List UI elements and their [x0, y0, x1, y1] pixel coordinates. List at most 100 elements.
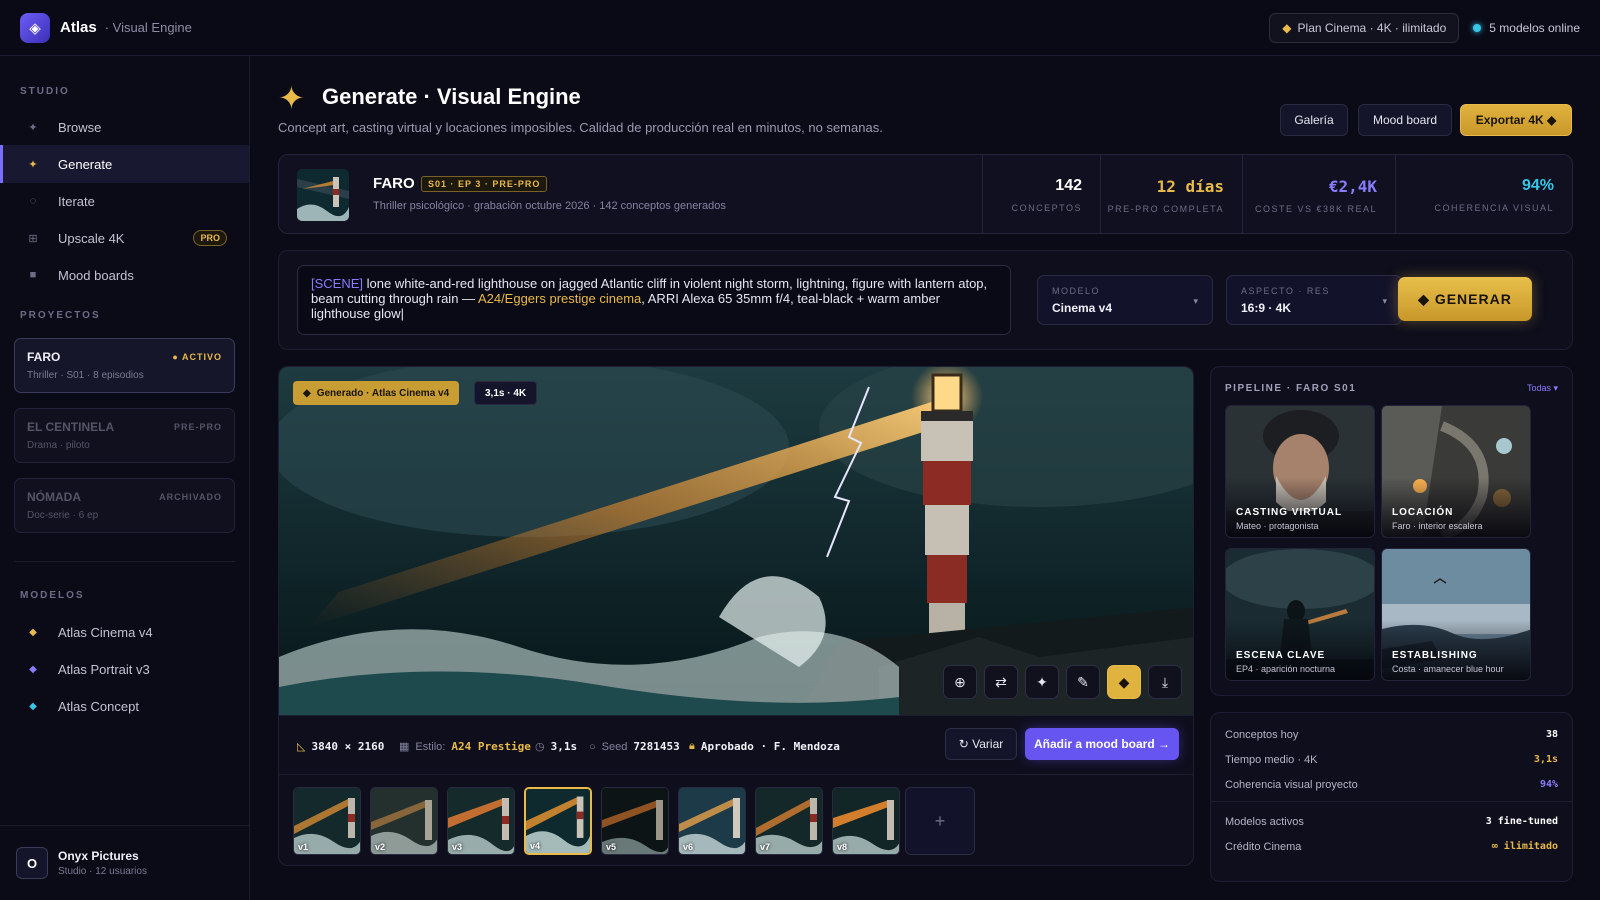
pro-badge: PRO [193, 230, 227, 246]
model-item-concept[interactable]: ◆ Atlas Concept [26, 699, 139, 714]
resolution-value: 3840 × 2160 [311, 740, 385, 753]
atlas-logo-icon[interactable]: ◈ [20, 12, 50, 43]
top-bar: ◈ Atlas · Visual Engine ◆ Plan Cinema · … [0, 0, 1600, 56]
project-card-el-centinela[interactable]: EL CENTINELA PRE-PRO Drama · piloto [14, 408, 235, 463]
model-select[interactable]: MODELO Cinema v4 ▾ [1037, 275, 1213, 325]
model-label: Atlas Cinema v4 [58, 625, 153, 640]
sidebar: STUDIO ✦ Browse ✦ Generate ◌ Iterate ⊞ U… [0, 56, 250, 900]
aspect-select[interactable]: ASPECTO · RES 16:9 · 4K ▾ [1226, 275, 1402, 325]
diamond-icon[interactable]: ◆ [1107, 665, 1141, 699]
metric-value: 3,1s [1533, 754, 1558, 765]
export-4k-button[interactable]: Exportar 4K ◆ [1460, 104, 1572, 136]
pipeline-card-casting[interactable]: CASTING VIRTUAL Mateo · protagonista [1225, 405, 1375, 538]
model-select-value: Cinema v4 [1052, 301, 1113, 315]
sidebar-item-mood-boards[interactable]: ■ Mood boards [0, 256, 249, 294]
prompt-textarea[interactable]: [SCENE] lone white-and-red lighthouse on… [297, 265, 1011, 335]
card-title: LOCACIÓN [1392, 507, 1454, 518]
generated-image[interactable] [279, 367, 1193, 715]
diamond-icon: ◆ [29, 627, 37, 638]
variant-thumbnail[interactable]: v5 [601, 787, 669, 855]
stat-value: €2,4K [1328, 177, 1377, 196]
model-label: Atlas Portrait v3 [58, 662, 150, 677]
variant-label: v1 [298, 842, 309, 852]
model-select-label: MODELO [1052, 286, 1101, 296]
board-icon: ■ [29, 269, 37, 281]
variant-thumbnail[interactable]: v2 [370, 787, 438, 855]
metric-row: Coherencia visual proyecto 94% [1225, 779, 1558, 791]
image-viewer: ◆ Generado · Atlas Cinema v4 3,1s · 4K ⊕… [278, 366, 1194, 866]
plan-badge[interactable]: ◆ Plan Cinema · 4K · ilimitado [1269, 12, 1460, 43]
generate-button[interactable]: ◆ GENERAR [1398, 277, 1532, 321]
variant-label: v5 [606, 842, 617, 852]
add-variant-button[interactable]: + [905, 787, 975, 855]
app-name: Atlas [60, 19, 97, 36]
style-info: ▦ Estilo: A24 Prestige [399, 740, 531, 753]
sidebar-item-generate[interactable]: ✦ Generate [0, 145, 249, 183]
pipeline-card-key-scene[interactable]: ESCENA CLAVE EP4 · aparición nocturna [1225, 548, 1375, 681]
download-icon[interactable]: ⤓ [1148, 665, 1182, 699]
model-label: Atlas Concept [58, 699, 139, 714]
divider [1211, 801, 1572, 802]
models-online-label: 5 modelos online [1489, 20, 1580, 35]
stat-coherence: 94% COHERENCIA VISUAL [1395, 155, 1572, 233]
metrics-panel: Conceptos hoy 38 Tiempo medio · 4K 3,1s … [1210, 712, 1573, 882]
metric-value: 3 fine-tuned [1485, 816, 1558, 827]
organization-switcher[interactable]: O Onyx Pictures Studio · 12 usuarios [0, 825, 249, 900]
sidebar-item-iterate[interactable]: ◌ Iterate [0, 182, 249, 220]
chevron-down-icon: ▾ [1193, 296, 1198, 306]
variant-thumbnail[interactable]: v8 [832, 787, 900, 855]
model-item-portrait[interactable]: ◆ Atlas Portrait v3 [26, 662, 150, 677]
model-item-cinema[interactable]: ◆ Atlas Cinema v4 [26, 625, 153, 640]
card-title: ESTABLISHING [1392, 650, 1478, 661]
pipeline-panel: PIPELINE · FARO S01 Todas ▾ CASTING VIRT… [1210, 366, 1573, 696]
sparkle-icon: ✦ [278, 80, 305, 116]
brush-icon[interactable]: ✎ [1066, 665, 1100, 699]
add-to-mood-board-button[interactable]: Añadir a mood board → [1025, 728, 1179, 760]
page-title: Generate · Visual Engine [322, 84, 581, 109]
stat-cost: €2,4K COSTE VS €38K REAL [1242, 155, 1395, 233]
sparkle-icon: ✦ [28, 158, 38, 171]
project-card-nomada[interactable]: NÓMADA ARCHIVADO Doc-serie · 6 ep [14, 478, 235, 533]
aspect-select-value: 16:9 · 4K [1241, 301, 1292, 315]
variant-thumbnail[interactable]: v3 [447, 787, 515, 855]
project-status: ARCHIVADO [159, 492, 222, 502]
stat-label: PRE-PRO COMPLETA [1107, 204, 1224, 214]
sparkle-icon: ✦ [28, 121, 38, 134]
metric-value: 38 [1545, 729, 1558, 740]
target-icon[interactable]: ⊕ [943, 665, 977, 699]
variant-label: v4 [530, 841, 541, 851]
metric-row: Modelos activos 3 fine-tuned [1225, 816, 1558, 828]
swap-icon[interactable]: ⇄ [984, 665, 1018, 699]
palette-icon: ▦ [399, 741, 410, 753]
models-section-label: MODELOS [20, 590, 85, 601]
grid-icon: ⊞ [28, 232, 38, 245]
project-status: PRE-PRO [173, 422, 222, 432]
vary-button[interactable]: ↻ Variar [945, 728, 1017, 760]
sidebar-item-label: Mood boards [58, 267, 134, 283]
sidebar-item-upscale[interactable]: ⊞ Upscale 4K PRO [0, 219, 249, 257]
sidebar-item-browse[interactable]: ✦ Browse [0, 108, 249, 146]
sparkle-icon[interactable]: ✦ [1025, 665, 1059, 699]
variant-thumbnail[interactable]: v1 [293, 787, 361, 855]
variant-label: v2 [375, 842, 386, 852]
variant-label: v7 [760, 842, 771, 852]
org-name: Onyx Pictures [58, 849, 139, 863]
pipeline-card-establishing[interactable]: ESTABLISHING Costa · amanecer blue hour [1381, 548, 1531, 681]
metric-label: Modelos activos [1225, 816, 1304, 828]
aspect-select-label: ASPECTO · RES [1241, 286, 1330, 296]
pipeline-filter-dropdown[interactable]: Todas ▾ [1527, 383, 1558, 394]
project-card-faro[interactable]: FARO ● ACTIVO Thriller · S01 · 8 episodi… [14, 338, 235, 393]
metric-label: Coherencia visual proyecto [1225, 779, 1358, 791]
sidebar-item-label: Upscale 4K [58, 230, 125, 246]
variant-label: v3 [452, 842, 463, 852]
mood-board-button[interactable]: Mood board [1358, 104, 1452, 136]
variant-thumbnail[interactable]: v7 [755, 787, 823, 855]
pipeline-card-location[interactable]: LOCACIÓN Faro · interior escalera [1381, 405, 1531, 538]
variant-thumbnail[interactable]: v6 [678, 787, 746, 855]
plan-label: Plan Cinema · 4K · ilimitado [1297, 20, 1447, 35]
time-info: ◷ 3,1s [535, 740, 577, 753]
gallery-button[interactable]: Galería [1280, 104, 1348, 136]
project-name: FARO [373, 175, 415, 192]
diamond-icon: ◆ [1282, 20, 1292, 35]
variant-thumbnail-selected[interactable]: v4 [524, 787, 592, 855]
